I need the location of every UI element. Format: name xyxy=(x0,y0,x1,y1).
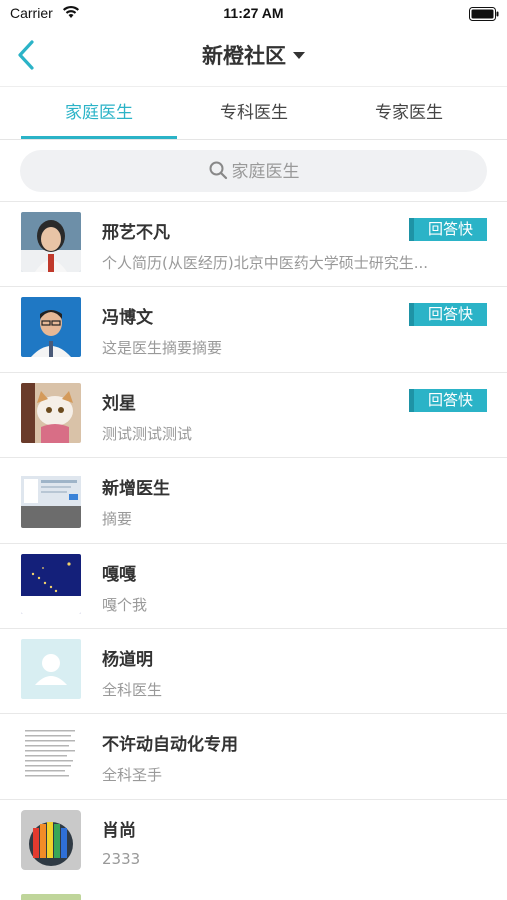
fast-reply-badge: 回答快 xyxy=(409,303,487,327)
list-item[interactable]: 杨道明 全科医生 xyxy=(0,628,507,715)
doctor-summary: 摘要 xyxy=(102,510,133,529)
list-item[interactable]: 刘星 测试测试测试 回答快 xyxy=(0,372,507,459)
caret-down-icon xyxy=(293,52,305,59)
screenshot-thumbnail-avatar xyxy=(21,468,81,529)
fast-reply-badge: 回答快 xyxy=(409,388,487,412)
list-item[interactable]: 新增医生 摘要 xyxy=(0,458,507,544)
clock: 11:27 AM xyxy=(223,5,284,21)
doctor-name: 冯博文 xyxy=(102,308,153,329)
list-item-partial[interactable] xyxy=(0,884,507,900)
list-item[interactable]: 不许动自动化专用 全科圣手 xyxy=(0,714,507,800)
doctor-name: 邢艺不凡 xyxy=(102,223,170,243)
night-sky-avatar xyxy=(21,553,81,614)
doctor-woman-avatar xyxy=(21,212,81,272)
list-item[interactable]: 肖尚 2333 xyxy=(0,799,507,886)
cat-avatar xyxy=(21,382,81,443)
community-selector[interactable]: 新橙社区 xyxy=(0,40,507,70)
doctor-type-tabs: 家庭医生 专科医生 专家医生 xyxy=(0,86,507,140)
list-item[interactable]: 嘎嘎 嘎个我 xyxy=(0,543,507,629)
list-item[interactable]: 冯博文 这是医生摘要摘要 回答快 xyxy=(0,287,507,373)
doctor-summary: 全科圣手 xyxy=(102,766,163,785)
doctor-name: 杨道明 xyxy=(102,649,153,670)
search-icon xyxy=(209,161,227,179)
doctor-summary: 个人简历(从医经历)北京中医药大学硕士研究生... xyxy=(102,254,429,272)
doctor-summary: 全科医生 xyxy=(102,680,163,699)
doctor-man-avatar xyxy=(21,297,81,358)
search-placeholder: 家庭医生 xyxy=(231,161,300,182)
nav-title: 新橙社区 xyxy=(202,44,286,68)
partial-avatar xyxy=(21,894,81,900)
doctor-name: 刘星 xyxy=(102,393,136,414)
search-area: 家庭医生 xyxy=(0,141,507,200)
fast-reply-badge: 回答快 xyxy=(409,218,487,241)
doctor-summary: 测试测试测试 xyxy=(102,424,193,443)
doctor-list: 邢艺不凡 个人简历(从医经历)北京中医药大学硕士研究生... 回答快 冯博文 这… xyxy=(0,201,507,886)
doctor-summary: 这是医生摘要摘要 xyxy=(102,339,223,358)
doctor-name: 嘎嘎 xyxy=(102,564,136,585)
text-document-avatar xyxy=(21,724,81,785)
doctor-name: 新增医生 xyxy=(102,479,170,500)
tab-specialist-doctor[interactable]: 专科医生 xyxy=(176,87,332,139)
colored-pencils-avatar xyxy=(21,809,81,870)
doctor-summary: 2333 xyxy=(102,849,141,868)
tab-family-doctor[interactable]: 家庭医生 xyxy=(21,87,177,139)
tab-expert-doctor[interactable]: 专家医生 xyxy=(331,87,487,139)
navigation-bar: 新橙社区 xyxy=(0,28,507,86)
active-tab-indicator xyxy=(21,136,177,139)
battery-icon xyxy=(469,7,499,21)
status-bar: Carrier 11:27 AM xyxy=(0,0,507,28)
search-input[interactable]: 家庭医生 xyxy=(20,150,487,192)
list-item[interactable]: 邢艺不凡 个人简历(从医经历)北京中医药大学硕士研究生... 回答快 xyxy=(0,202,507,288)
doctor-name: 肖尚 xyxy=(102,820,136,841)
default-person-icon xyxy=(21,638,81,699)
doctor-summary: 嘎个我 xyxy=(102,595,148,614)
doctor-name: 不许动自动化专用 xyxy=(102,735,238,756)
